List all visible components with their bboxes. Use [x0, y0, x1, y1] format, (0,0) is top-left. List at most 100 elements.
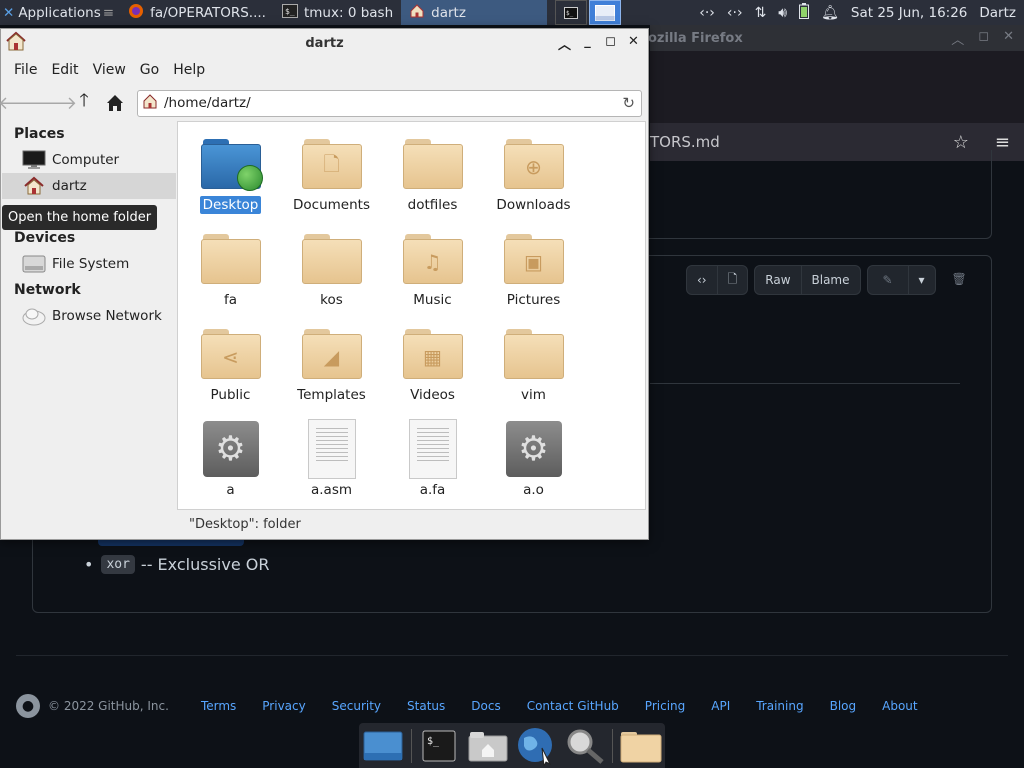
footer-link-training[interactable]: Training [756, 699, 803, 713]
sidebar-item-dartz[interactable]: dartz [2, 173, 176, 199]
list-item: • xor -- Exclussive OR [84, 555, 269, 574]
menu-help[interactable]: Help [166, 62, 212, 78]
dock-show-desktop[interactable] [362, 726, 404, 766]
transfer-arrows-icon[interactable]: ⇅ [755, 5, 767, 21]
chevron-up-icon[interactable]: ︿ [951, 29, 964, 48]
sidebar: Places Computer dartz Devices File Syste… [2, 121, 176, 539]
file-item[interactable]: ⋖ Public [180, 324, 281, 419]
blame-button[interactable]: Blame [801, 265, 861, 295]
file-item[interactable]: a.fa [382, 419, 483, 509]
hamburger-menu-icon[interactable]: ≡ [995, 132, 1010, 153]
user-menu[interactable]: Dartz [979, 5, 1016, 21]
reload-icon[interactable]: ↻ [622, 94, 635, 112]
file-item[interactable]: ⚙ a [180, 419, 281, 509]
maximize-button[interactable]: ◻ [602, 34, 619, 53]
footer-link-status[interactable]: Status [407, 699, 445, 713]
volume-icon[interactable]: 🔊︎ [778, 5, 787, 21]
footer-link-privacy[interactable]: Privacy [262, 699, 305, 713]
file-item[interactable]: ⊕ Downloads [483, 134, 584, 229]
footer-link-terms[interactable]: Terms [201, 699, 236, 713]
github-logo-icon[interactable]: ● [16, 694, 40, 718]
menu-view[interactable]: View [86, 62, 133, 78]
footer-link-docs[interactable]: Docs [471, 699, 500, 713]
dock-web-browser[interactable] [515, 726, 557, 766]
file-item[interactable]: Desktop [180, 134, 281, 229]
sidebar-item-browse-network[interactable]: Browse Network [2, 303, 176, 329]
footer-link-pricing[interactable]: Pricing [645, 699, 685, 713]
file-item[interactable]: dotfiles [382, 134, 483, 229]
delete-button[interactable]: 🗑 [942, 265, 977, 293]
applications-menu[interactable]: ✕ Applications ≡ [0, 0, 120, 25]
file-item[interactable]: ▦ Videos [382, 324, 483, 419]
file-item[interactable]: vim [483, 324, 584, 419]
terminal-icon: $_ [564, 6, 579, 19]
file-item-label: a [226, 482, 235, 498]
file-item[interactable]: ⚙ a.o [483, 419, 584, 509]
file-item[interactable]: kos [281, 229, 382, 324]
minimize-button[interactable]: _ [579, 34, 596, 53]
footer-link-blog[interactable]: Blog [830, 699, 857, 713]
raw-button[interactable]: Raw [754, 265, 802, 295]
sidebar-item-label: File System [52, 256, 130, 272]
dock-separator [612, 728, 614, 763]
svg-text:$_: $_ [566, 10, 574, 17]
notification-bell-icon[interactable]: 🔔︎ [821, 5, 839, 21]
home-folder-icon [142, 93, 158, 113]
task-tmux[interactable]: $_ tmux: 0 bash [274, 0, 401, 25]
sidebar-item-computer[interactable]: Computer [2, 147, 176, 173]
parent-folder-button[interactable]: 🡑 [71, 90, 97, 116]
svg-text:$_: $_ [285, 7, 295, 16]
dock-search[interactable] [564, 726, 606, 766]
folder-icon: ▦ [401, 324, 465, 384]
window-titlebar[interactable]: dartz ︿ _ ◻ ✕ [1, 29, 648, 57]
preview-button[interactable]: 🗋 [717, 265, 749, 295]
forward-button[interactable]: 🡒 [29, 90, 77, 116]
home-button[interactable] [102, 90, 128, 116]
file-item[interactable]: 🗋 Documents [281, 134, 382, 229]
workspace-1[interactable]: $_ [555, 0, 588, 25]
file-item[interactable]: ♫ Music [382, 229, 483, 324]
task-firefox[interactable]: fa/OPERATORS.... [120, 0, 274, 25]
footer-link-contact[interactable]: Contact GitHub [527, 699, 619, 713]
dock-file-manager[interactable] [620, 726, 662, 766]
network-activity-icon[interactable]: ‹·› [699, 5, 715, 21]
location-bar[interactable]: /home/dartz/ ↻ [137, 89, 642, 117]
file-item-label: Music [413, 292, 452, 308]
menu-go[interactable]: Go [133, 62, 166, 78]
network-activity-icon[interactable]: ‹·› [727, 5, 743, 21]
sidebar-item-file-system[interactable]: File System [2, 251, 176, 277]
svg-text:$_: $_ [427, 736, 440, 747]
edit-dropdown-button[interactable]: ▾ [908, 265, 936, 295]
file-item-label: kos [320, 292, 343, 308]
dock: $_ [359, 723, 665, 768]
shade-button[interactable]: ︿ [556, 34, 573, 53]
task-label: fa/OPERATORS.... [150, 4, 266, 21]
close-button[interactable]: ✕ [625, 34, 642, 53]
edit-button[interactable]: ✎ [866, 265, 909, 295]
file-item[interactable]: ▣ Pictures [483, 229, 584, 324]
markdown-rule [650, 383, 960, 384]
desktop-folder-icon [199, 134, 263, 194]
file-item[interactable]: ◢ Templates [281, 324, 382, 419]
clock[interactable]: Sat 25 Jun, 16:26 [851, 5, 967, 21]
file-item[interactable]: a.asm [281, 419, 382, 509]
maximize-icon[interactable]: ◻ [978, 29, 989, 48]
footer-link-security[interactable]: Security [332, 699, 381, 713]
footer-link-api[interactable]: API [711, 699, 730, 713]
task-dartz[interactable]: dartz [401, 0, 548, 25]
footer-link-about[interactable]: About [882, 699, 917, 713]
status-text: "Desktop": folder [189, 516, 301, 532]
dock-home-folder[interactable] [467, 726, 509, 766]
close-icon[interactable]: ✕ [1003, 29, 1014, 48]
code-view-button[interactable]: ‹› [686, 265, 718, 295]
battery-icon[interactable] [799, 2, 810, 23]
file-item-label: Documents [293, 197, 370, 213]
workspace-2[interactable] [589, 0, 622, 25]
file-item-label: Desktop [199, 196, 262, 214]
menu-edit[interactable]: Edit [44, 62, 85, 78]
menu-file[interactable]: File [7, 62, 44, 78]
dock-terminal[interactable]: $_ [418, 726, 460, 766]
file-item[interactable]: fa [180, 229, 281, 324]
file-view[interactable]: Desktop 🗋 Documents dotfiles ⊕ Downloads fa kos… [177, 121, 646, 510]
file-item-label: Videos [410, 387, 455, 403]
